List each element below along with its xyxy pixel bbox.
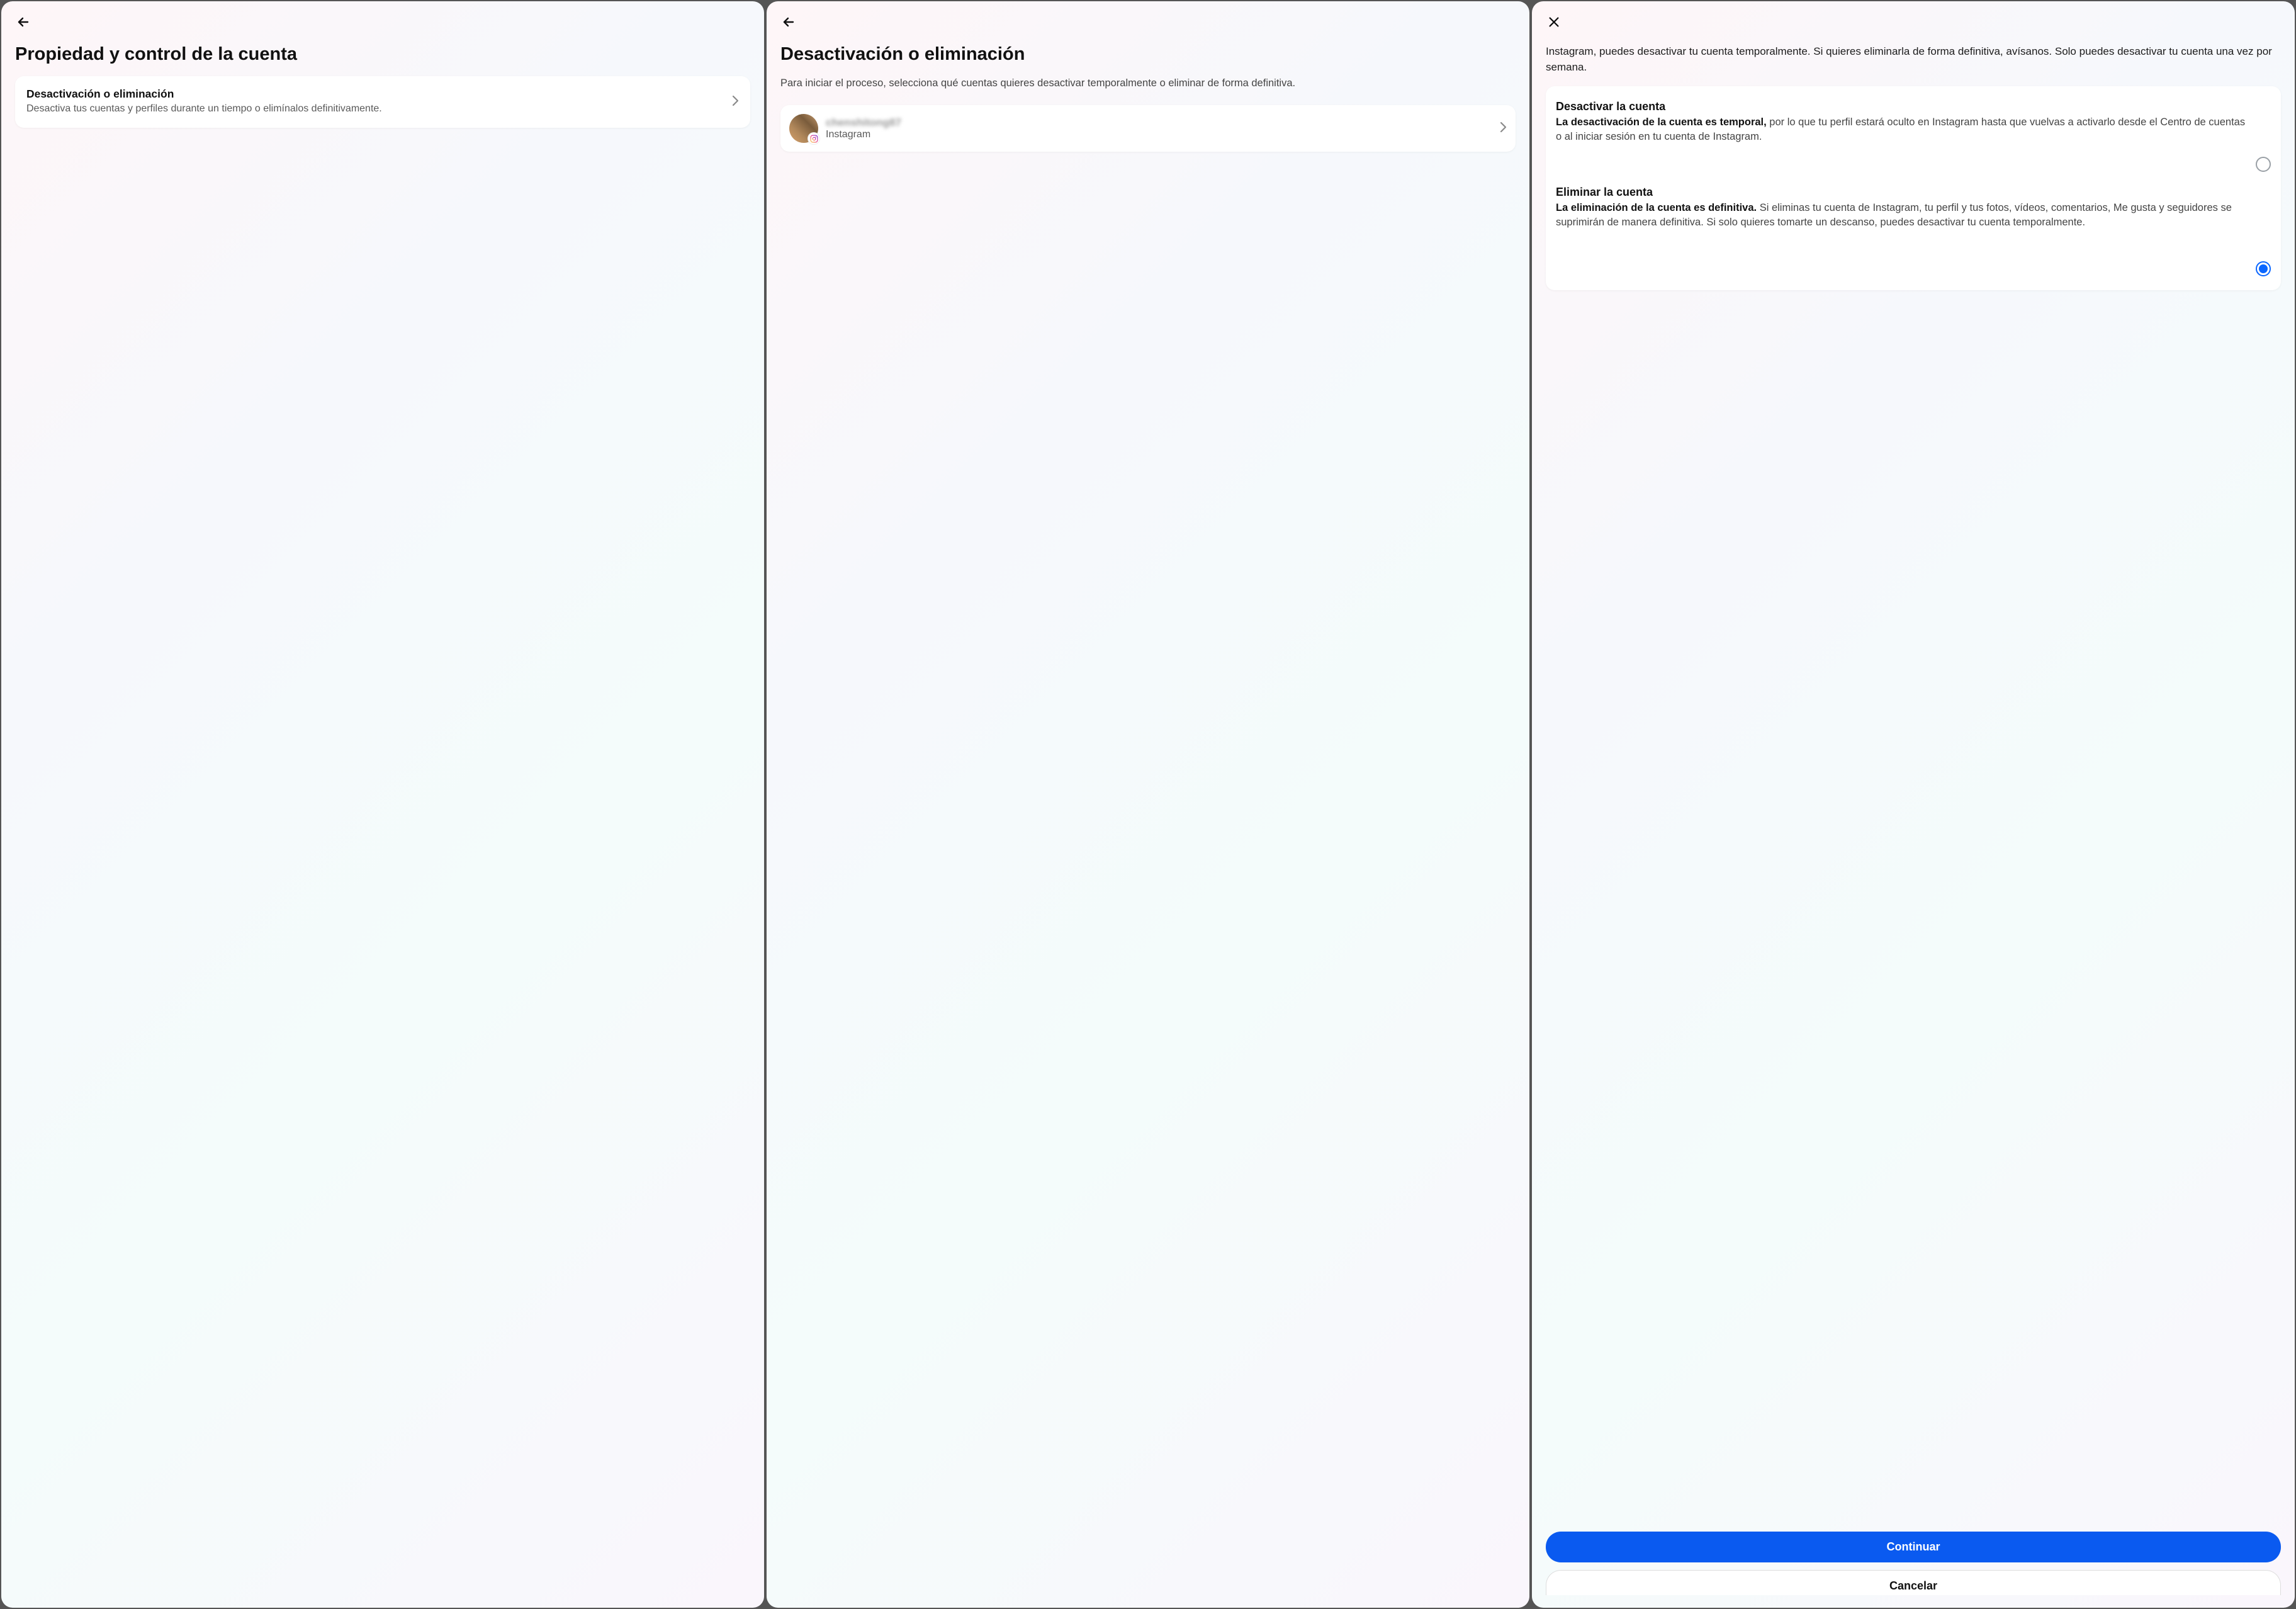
radio-delete[interactable] bbox=[2256, 261, 2271, 276]
option-deactivate[interactable]: Desactivar la cuenta La desactivación de… bbox=[1556, 98, 2271, 183]
account-platform: Instagram bbox=[826, 129, 1487, 140]
option-desc: La eliminación de la cuenta es definitiv… bbox=[1556, 201, 2247, 230]
options-card: Desactivar la cuenta La desactivación de… bbox=[1546, 86, 2281, 290]
radio-deactivate[interactable] bbox=[2256, 157, 2271, 172]
item-title: Desactivación o eliminación bbox=[26, 88, 726, 101]
chevron-right-icon bbox=[731, 94, 739, 110]
cancel-button[interactable]: Cancelar bbox=[1546, 1570, 2281, 1595]
page-title: Desactivación o eliminación bbox=[780, 44, 1516, 65]
account-username: chenshitong87 bbox=[826, 116, 1487, 129]
continue-button[interactable]: Continuar bbox=[1546, 1532, 2281, 1562]
option-title: Desactivar la cuenta bbox=[1556, 100, 2247, 113]
option-title: Eliminar la cuenta bbox=[1556, 186, 2247, 199]
instagram-badge-icon bbox=[808, 133, 819, 144]
screen-choose-action: Instagram, puedes desactivar tu cuenta t… bbox=[1532, 1, 2295, 1608]
intro-text: Instagram, puedes desactivar tu cuenta t… bbox=[1546, 44, 2281, 75]
screen-ownership: Propiedad y control de la cuenta Desacti… bbox=[1, 1, 764, 1608]
deactivation-item[interactable]: Desactivación o eliminación Desactiva tu… bbox=[15, 76, 750, 127]
screen-select-account: Desactivación o eliminación Para iniciar… bbox=[767, 1, 1529, 1608]
option-delete[interactable]: Eliminar la cuenta La eliminación de la … bbox=[1556, 183, 2271, 279]
option-desc: La desactivación de la cuenta es tempora… bbox=[1556, 115, 2247, 144]
account-row[interactable]: chenshitong87 Instagram bbox=[780, 105, 1516, 152]
chevron-right-icon bbox=[1499, 121, 1507, 137]
back-arrow-icon[interactable] bbox=[780, 14, 797, 30]
page-subtitle: Para iniciar el proceso, selecciona qué … bbox=[780, 76, 1516, 91]
page-title: Propiedad y control de la cuenta bbox=[15, 44, 750, 65]
account-card: chenshitong87 Instagram bbox=[780, 105, 1516, 152]
back-arrow-icon[interactable] bbox=[15, 14, 31, 30]
button-stack: Continuar Cancelar bbox=[1546, 1520, 2281, 1595]
avatar bbox=[789, 114, 818, 143]
item-desc: Desactiva tus cuentas y perfiles durante… bbox=[26, 102, 726, 116]
deactivation-card: Desactivación o eliminación Desactiva tu… bbox=[15, 76, 750, 127]
close-icon[interactable] bbox=[1546, 14, 1562, 30]
